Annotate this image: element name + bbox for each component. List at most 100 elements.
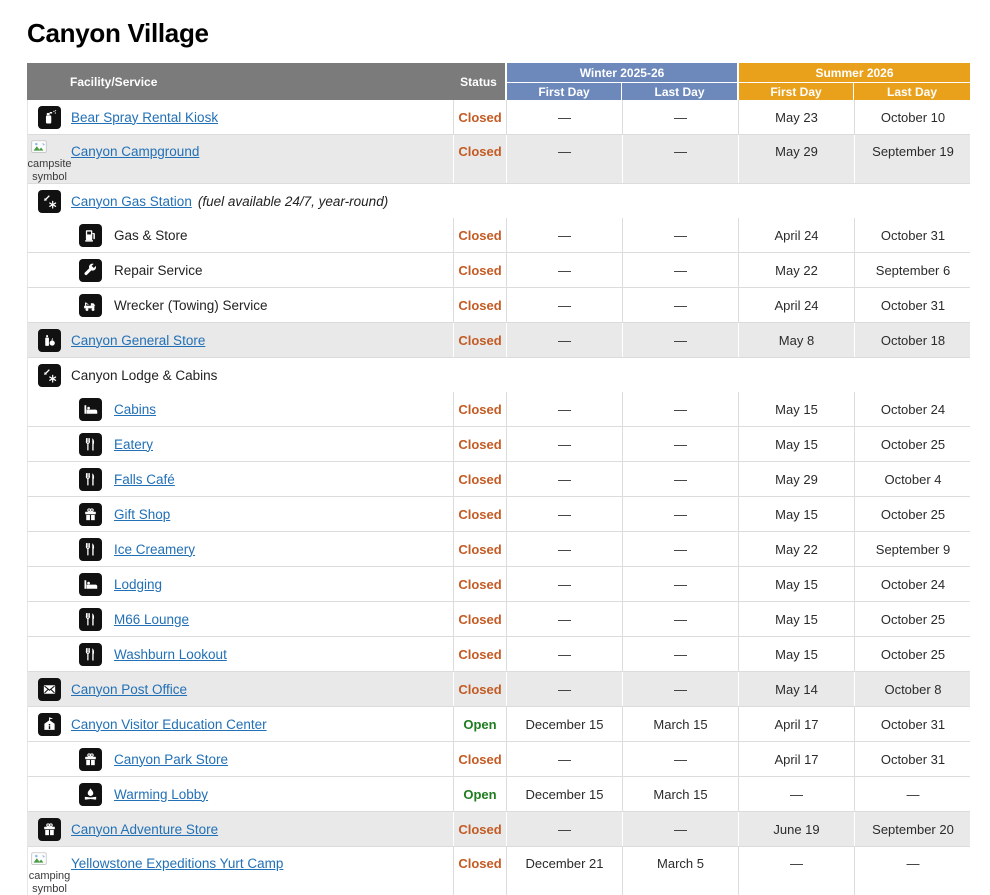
summer-first-day: May 23 (738, 100, 854, 134)
winter-group-header: Winter 2025-26 (505, 63, 737, 82)
winter-last-day: March 5 (622, 847, 738, 895)
table-row-group-header: Canyon Lodge & Cabins (27, 358, 970, 392)
facility-link[interactable]: Yellowstone Expeditions Yurt Camp (71, 856, 283, 871)
winter-first-day: — (506, 672, 622, 706)
summer-last-day: October 25 (854, 427, 971, 461)
winter-first-day: — (506, 532, 622, 566)
bed-icon (79, 573, 102, 596)
table-row: Ice Creamery Closed — — May 22 September… (27, 532, 970, 567)
table-row: camping symbol Yellowstone Expeditions Y… (27, 847, 970, 895)
summer-last-day: October 25 (854, 602, 971, 636)
winter-last-day: — (622, 567, 738, 601)
status-column-header: Status (452, 63, 505, 100)
summer-first-day: April 17 (738, 707, 854, 741)
table-row: Gift Shop Closed — — May 15 October 25 (27, 497, 970, 532)
summer-first-day: May 15 (738, 392, 854, 426)
envelope-icon (38, 678, 61, 701)
summer-first-day: April 24 (738, 288, 854, 322)
summer-last-day: October 31 (854, 288, 971, 322)
winter-last-day: — (622, 602, 738, 636)
summer-last-day: September 6 (854, 253, 971, 287)
summer-group-header: Summer 2026 (737, 63, 970, 82)
facility-link[interactable]: Warming Lobby (114, 787, 208, 802)
facility-label: Repair Service (114, 263, 203, 278)
facility-link[interactable]: Washburn Lookout (114, 647, 227, 662)
camping-symbol-broken-image: camping symbol (29, 852, 71, 895)
summer-last-day: — (854, 847, 971, 895)
canyon-village-page: Canyon Village Facility/Service Status W… (27, 0, 970, 895)
table-row: Gas & Store Closed — — April 24 October … (27, 218, 970, 253)
summer-first-day: June 19 (738, 812, 854, 846)
summer-last-day: October 25 (854, 497, 971, 531)
utensils-icon (79, 608, 102, 631)
table-row: Repair Service Closed — — May 22 Septemb… (27, 253, 970, 288)
summer-first-day: May 29 (738, 462, 854, 496)
winter-last-day: — (622, 135, 738, 183)
summer-last-day: October 31 (854, 742, 971, 776)
winter-last-day: — (622, 100, 738, 134)
table-row: Washburn Lookout Closed — — May 15 Octob… (27, 637, 970, 672)
summer-first-day: — (738, 847, 854, 895)
status-badge: Closed (453, 288, 506, 322)
facility-link[interactable]: Gift Shop (114, 507, 170, 522)
bed-icon (79, 398, 102, 421)
winter-first-day: — (506, 742, 622, 776)
fuel-pump-icon (79, 224, 102, 247)
facility-link[interactable]: Canyon General Store (71, 333, 205, 348)
winter-last-day: — (622, 637, 738, 671)
status-badge: Closed (453, 218, 506, 252)
facility-link[interactable]: M66 Lounge (114, 612, 189, 627)
summer-first-day: May 22 (738, 253, 854, 287)
broken-image-alt-text: camping symbol (29, 870, 71, 895)
winter-first-day: — (506, 288, 622, 322)
table-row-group-header: Canyon Gas Station (fuel available 24/7, … (27, 184, 970, 218)
facility-link[interactable]: Lodging (114, 577, 162, 592)
status-badge: Closed (453, 602, 506, 636)
status-badge: Closed (453, 253, 506, 287)
facility-link[interactable]: Canyon Park Store (114, 752, 228, 767)
winter-first-day: — (506, 427, 622, 461)
winter-first-day-header: First Day (505, 82, 621, 100)
winter-first-day: — (506, 462, 622, 496)
summer-last-day-header: Last Day (853, 82, 970, 100)
winter-first-day: — (506, 602, 622, 636)
utensils-icon (79, 468, 102, 491)
summer-first-day: May 15 (738, 427, 854, 461)
winter-last-day: — (622, 532, 738, 566)
gift-icon (38, 818, 61, 841)
summer-first-day: May 15 (738, 497, 854, 531)
table-row: Eatery Closed — — May 15 October 25 (27, 427, 970, 462)
winter-last-day: — (622, 288, 738, 322)
seasonal-closure-icon (38, 190, 61, 213)
facility-link[interactable]: Canyon Campground (71, 144, 199, 159)
table-header: Facility/Service Status Winter 2025-26 S… (27, 63, 970, 100)
winter-first-day: — (506, 637, 622, 671)
campsite-symbol-broken-image: campsite symbol (29, 140, 71, 183)
facility-link[interactable]: Eatery (114, 437, 153, 452)
tow-truck-icon (79, 294, 102, 317)
winter-last-day: — (622, 672, 738, 706)
facility-note: (fuel available 24/7, year-round) (198, 194, 388, 209)
status-badge: Closed (453, 427, 506, 461)
utensils-icon (79, 643, 102, 666)
winter-first-day: December 15 (506, 777, 622, 811)
facility-link[interactable]: Canyon Adventure Store (71, 822, 218, 837)
facility-link[interactable]: Canyon Gas Station (71, 194, 192, 209)
summer-last-day: October 31 (854, 707, 971, 741)
facility-link[interactable]: Cabins (114, 402, 156, 417)
facility-link[interactable]: Canyon Visitor Education Center (71, 717, 267, 732)
gift-icon (79, 503, 102, 526)
table-row: Lodging Closed — — May 15 October 24 (27, 567, 970, 602)
winter-last-day: — (622, 812, 738, 846)
facility-link[interactable]: Canyon Post Office (71, 682, 187, 697)
status-badge: Closed (453, 100, 506, 134)
facility-link[interactable]: Bear Spray Rental Kiosk (71, 110, 218, 125)
winter-first-day: — (506, 392, 622, 426)
winter-last-day: — (622, 462, 738, 496)
winter-first-day: — (506, 567, 622, 601)
facility-link[interactable]: Falls Café (114, 472, 175, 487)
facility-label: Canyon Lodge & Cabins (71, 368, 217, 383)
facility-link[interactable]: Ice Creamery (114, 542, 195, 557)
facility-column-header: Facility/Service (27, 63, 452, 100)
summer-last-day: October 31 (854, 218, 971, 252)
